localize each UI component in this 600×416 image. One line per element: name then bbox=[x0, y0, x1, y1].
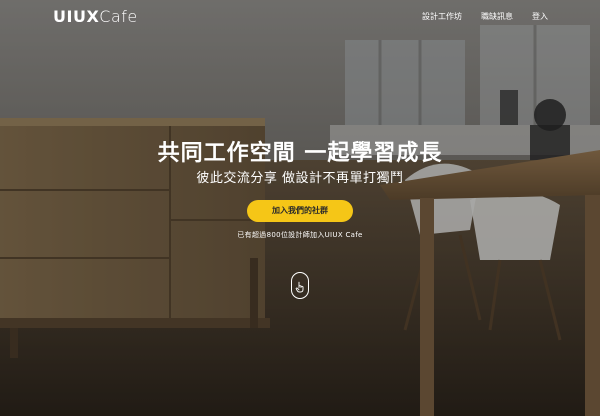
nav-link-jobs[interactable]: 職缺訊息 bbox=[481, 11, 513, 23]
scroll-down-indicator[interactable] bbox=[291, 272, 309, 299]
nav-links: 設計工作坊 職缺訊息 登入 bbox=[422, 11, 548, 23]
nav-link-login[interactable]: 登入 bbox=[532, 11, 548, 23]
hero-title: 共同工作空間 一起學習成長 bbox=[157, 141, 443, 166]
navbar: UIUXCafe 設計工作坊 職缺訊息 登入 bbox=[0, 0, 600, 36]
hero-content: 共同工作空間 一起學習成長 彼此交流分享 做設計不再單打獨鬥 加入我們的社群 已… bbox=[0, 140, 600, 240]
logo-cafe-text: Cafe bbox=[99, 7, 138, 26]
logo[interactable]: UIUXCafe bbox=[53, 7, 138, 27]
logo-uiux-text: UIUX bbox=[53, 7, 100, 26]
hero-section: UIUXCafe 設計工作坊 職缺訊息 登入 共同工作空間 一起學習成長 彼此交… bbox=[0, 0, 600, 416]
hand-pointer-icon bbox=[295, 281, 304, 293]
nav-link-workshop[interactable]: 設計工作坊 bbox=[422, 11, 462, 23]
member-count-note: 已有超過800位設計師加入UIUX Cafe bbox=[237, 231, 363, 239]
hero-subtitle: 彼此交流分享 做設計不再單打獨鬥 bbox=[196, 171, 404, 186]
join-community-button[interactable]: 加入我們的社群 bbox=[247, 200, 353, 222]
